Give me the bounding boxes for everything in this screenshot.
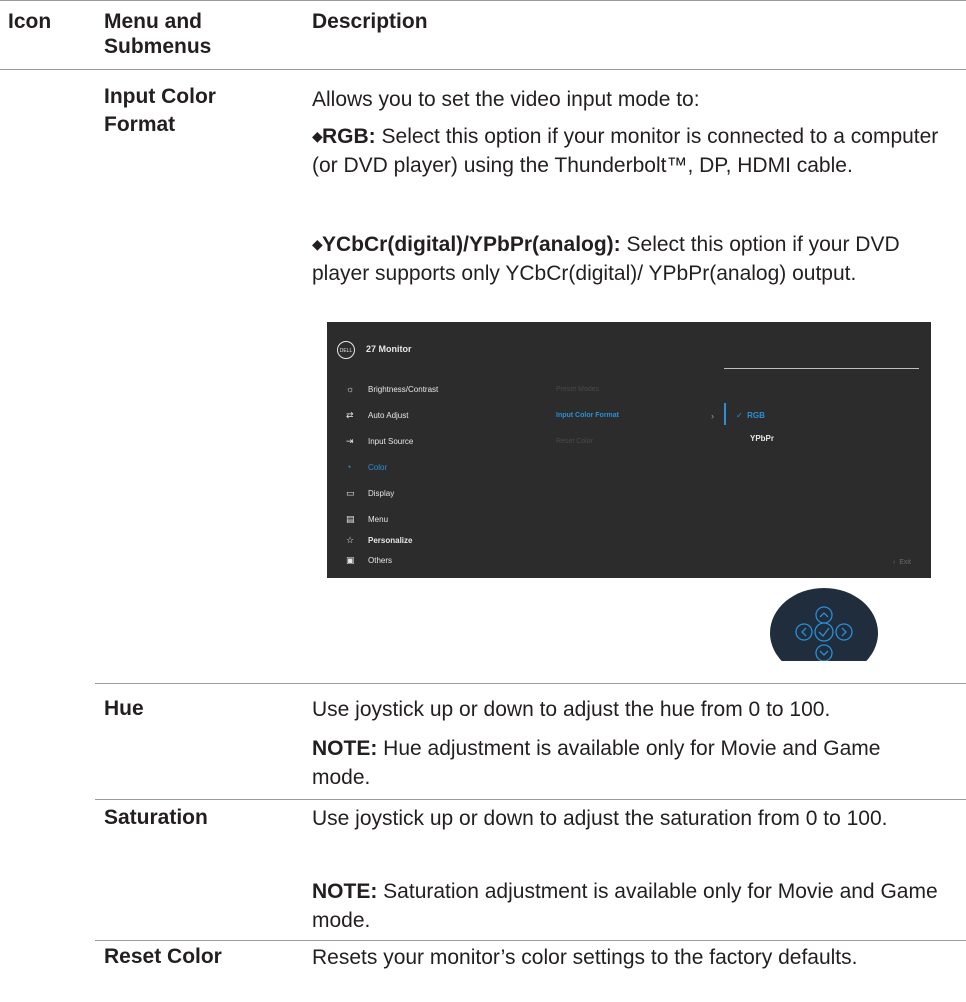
hue-note: NOTE: Hue adjustment is available only f… <box>312 737 881 789</box>
note-term: NOTE: <box>312 737 378 760</box>
saturation-note: NOTE: Saturation adjustment is available… <box>312 880 938 932</box>
rgb-term: RGB: <box>322 125 376 148</box>
header-icon: Icon <box>8 10 52 33</box>
osd-screenshot: DELL 27 Monitor ☼ Brightness/Contrast ⇄ Au… <box>327 322 931 578</box>
hue-description: Use joystick up or down to adjust the hu… <box>312 698 831 721</box>
table-top-rule <box>0 0 966 1</box>
row-label-hue: Hue <box>104 697 144 720</box>
osd-divider <box>724 368 919 369</box>
ycbcr-option-description: ◆YCbCr(digital)/YPbPr(analog): Select th… <box>312 230 940 288</box>
osd-menu-display[interactable]: ▭ Display <box>346 487 394 499</box>
osd-menu-others[interactable]: ▣ Others <box>346 554 392 566</box>
others-icon: ▣ <box>346 555 355 565</box>
joystick-icon <box>770 588 878 661</box>
rgb-text: Select this option if your monitor is co… <box>312 125 939 177</box>
row-rule <box>95 683 966 684</box>
rgb-option-description: ◆RGB: Select this option if your monitor… <box>312 122 940 180</box>
osd-menu-personalize[interactable]: ☆ Personalize <box>346 534 412 546</box>
osd-title: 27 Monitor <box>366 344 412 354</box>
row-rule <box>95 940 966 941</box>
osd-submenu-reset-color[interactable]: Reset Color <box>556 438 593 445</box>
header-rule <box>0 69 966 70</box>
osd-menu-auto-adjust[interactable]: ⇄ Auto Adjust <box>346 409 408 421</box>
bullet-icon: ◆ <box>312 128 323 144</box>
row-label-input-color-format: Input Color Format <box>104 85 216 136</box>
sun-icon: ☼ <box>346 384 355 394</box>
header-description: Description <box>312 10 428 33</box>
chevron-left-icon: ‹ <box>893 559 896 566</box>
osd-exit[interactable]: ‹ Exit <box>893 559 911 566</box>
osd-menu-brightness-contrast[interactable]: ☼ Brightness/Contrast <box>346 383 438 395</box>
row-label-reset-color: Reset Color <box>104 945 222 968</box>
osd-selection-bar <box>724 403 726 425</box>
osd-option-rgb[interactable]: ✓ RGB <box>736 411 765 420</box>
osd-submenu-preset-modes[interactable]: Preset Modes <box>556 386 599 393</box>
input-color-format-intro: Allows you to set the video input mode t… <box>312 88 700 111</box>
osd-submenu-input-color-format[interactable]: Input Color Format <box>556 412 619 419</box>
auto-adjust-icon: ⇄ <box>346 410 354 420</box>
check-icon: ✓ <box>736 411 743 420</box>
osd-menu-input-source[interactable]: ⇥ Input Source <box>346 435 413 447</box>
saturation-description: Use joystick up or down to adjust the sa… <box>312 807 888 830</box>
bullet-icon: ◆ <box>312 236 323 252</box>
menu-icon: ▤ <box>346 514 355 524</box>
input-source-icon: ⇥ <box>346 436 354 446</box>
chevron-right-icon: › <box>711 411 714 421</box>
note-term: NOTE: <box>312 880 378 903</box>
ycbcr-term: YCbCr(digital)/YPbPr(analog): <box>322 233 621 256</box>
osd-menu-color[interactable]: ◔ Color <box>346 461 387 473</box>
osd-option-ypbpr[interactable]: YPbPr <box>750 434 774 443</box>
reset-color-description: Resets your monitor’s color settings to … <box>312 946 858 969</box>
header-menu-and-submenus: Menu and Submenus <box>104 10 212 58</box>
star-icon: ☆ <box>346 535 355 545</box>
color-icon: ◔ <box>346 462 352 472</box>
row-rule <box>95 799 966 800</box>
dell-logo: DELL <box>337 341 355 359</box>
display-icon: ▭ <box>346 488 355 498</box>
osd-menu-menu[interactable]: ▤ Menu <box>346 513 388 525</box>
row-label-saturation: Saturation <box>104 806 208 829</box>
